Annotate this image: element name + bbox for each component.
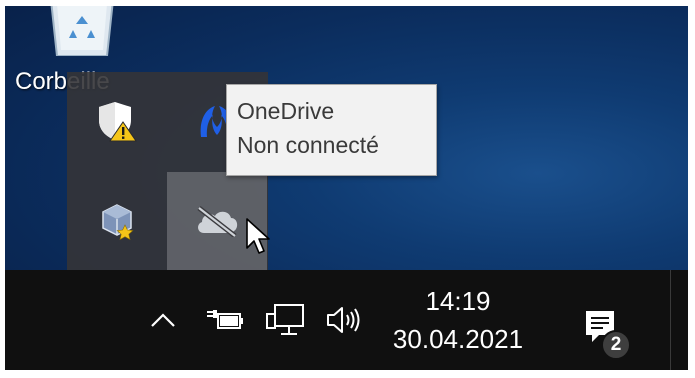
chevron-up-icon — [151, 313, 175, 327]
volume-button[interactable] — [323, 298, 367, 342]
show-hidden-icons-button[interactable] — [145, 298, 181, 342]
notification-count-badge: 2 — [601, 330, 631, 360]
desktop: Corbeille OneDrive Non connecté 14:19 30… — [5, 6, 688, 370]
taskbar: 14:19 30.04.2021 2 — [5, 270, 688, 370]
network-button[interactable] — [263, 298, 307, 342]
recycle-bin-icon — [50, 6, 114, 56]
windows-security-warning-icon — [99, 102, 137, 142]
network-monitor-icon — [266, 304, 304, 335]
onedrive-tooltip: OneDrive Non connecté — [226, 84, 437, 176]
tooltip-title: OneDrive — [237, 98, 335, 124]
clock-time: 14:19 — [425, 286, 491, 316]
mouse-pointer-icon — [246, 218, 270, 254]
clock-date: 30.04.2021 — [392, 324, 524, 354]
clock-button[interactable]: 14:19 30.04.2021 — [388, 282, 528, 358]
virtualbox-tray-item[interactable] — [67, 172, 167, 270]
speaker-icon — [327, 307, 360, 333]
power-button[interactable] — [203, 300, 247, 340]
show-desktop-divider — [670, 270, 671, 370]
windows-security-tray-item[interactable] — [67, 72, 167, 170]
battery-plug-icon — [207, 310, 243, 329]
onedrive-disconnected-icon — [197, 206, 238, 237]
virtualbox-icon — [102, 204, 134, 241]
tooltip-status: Non connecté — [237, 132, 379, 158]
